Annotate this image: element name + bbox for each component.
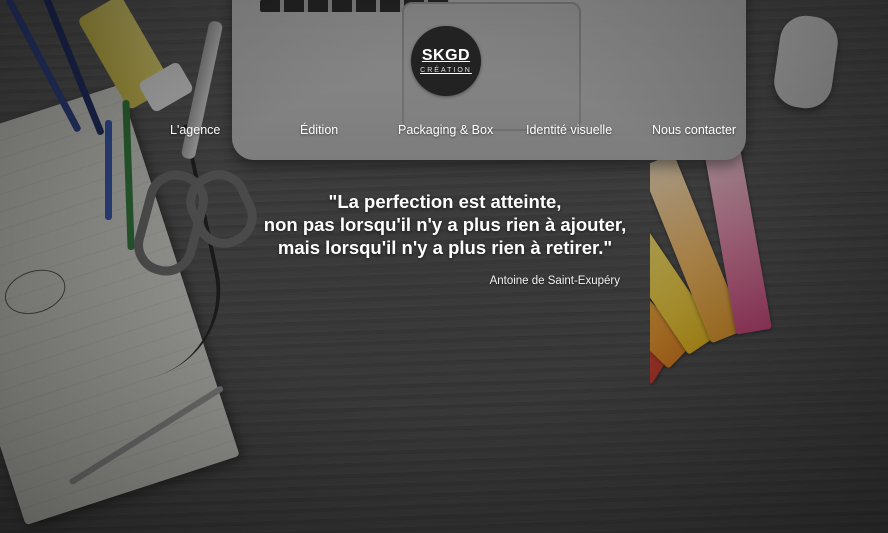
logo-main-text: SKGD	[421, 47, 471, 64]
logo-sub-text: CRÉATION	[420, 67, 472, 74]
nav-item-edition[interactable]: Édition	[300, 123, 338, 137]
hero-quote: "La perfection est atteinte, non pas lor…	[240, 190, 650, 259]
color-swatch-fan	[650, 120, 888, 420]
nav-item-contact[interactable]: Nous contacter	[652, 123, 736, 137]
quote-line: non pas lorsqu'il n'y a plus rien à ajou…	[263, 214, 627, 235]
nav-item-identite-visuelle[interactable]: Identité visuelle	[526, 123, 612, 137]
quote-line: mais lorsqu'il n'y a plus rien à retirer…	[277, 237, 613, 258]
main-navigation: L'agence Édition Packaging & Box Identit…	[0, 123, 888, 141]
quote-author: Antoine de Saint-Exupéry	[489, 275, 620, 287]
nav-item-packaging[interactable]: Packaging & Box	[398, 123, 493, 137]
site-logo[interactable]: SKGD CRÉATION	[411, 26, 481, 96]
nav-item-agence[interactable]: L'agence	[170, 123, 220, 137]
quote-line: "La perfection est atteinte,	[328, 191, 562, 212]
